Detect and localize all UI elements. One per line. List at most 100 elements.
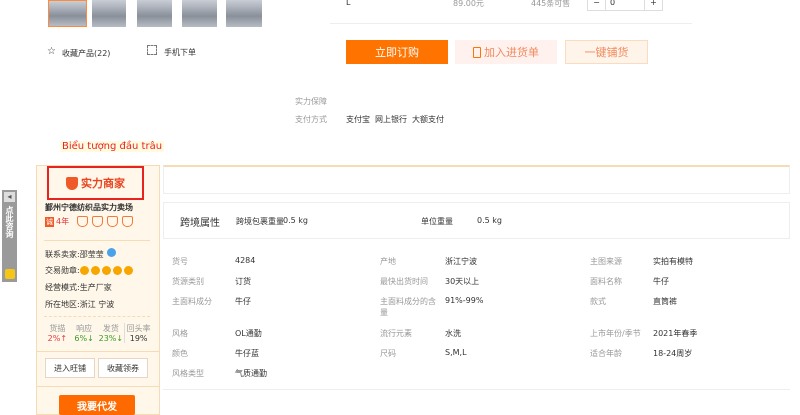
consult-text: 点此咨询 xyxy=(5,206,14,238)
guarantee-label: 实力保障 xyxy=(295,97,327,106)
payment-label: 支付方式 xyxy=(295,115,327,124)
annotation-label: Biểu tượng đầu trâu xyxy=(60,141,165,152)
consult-side-tab[interactable]: ◂ 点此咨询 xyxy=(2,190,17,282)
divider xyxy=(163,389,790,390)
attribute-label: 适合年龄 xyxy=(590,349,622,358)
region-value: 浙江 宁波 xyxy=(79,300,115,309)
clipboard-icon xyxy=(473,46,481,58)
divider xyxy=(44,240,150,241)
thumbnail-1[interactable] xyxy=(48,0,87,27)
quantity-input[interactable]: 0 xyxy=(606,0,644,10)
pkg-weight-label: 跨境包裹重量 xyxy=(236,217,284,226)
attribute-value: 牛仔 xyxy=(235,297,251,306)
integrity-icon: 诚 xyxy=(45,216,54,227)
seller-name[interactable]: 鄞州宁德纺织品实力卖场 xyxy=(45,202,133,213)
medal-icon xyxy=(101,266,111,275)
wangwang-chat-icon[interactable] xyxy=(106,248,116,257)
stat-label: 货描 xyxy=(49,324,66,333)
enter-shop-button[interactable]: 进入旺铺 xyxy=(45,358,95,378)
cross-border-box: 跨境属性 跨境包裹重量 0.5 kg 单位重量 0.5 kg xyxy=(163,202,790,239)
divider xyxy=(37,351,159,352)
sku-stock: 445条可售 xyxy=(531,0,571,8)
unit-weight-label: 单位重量 xyxy=(421,217,453,226)
attribute-label: 货源类别 xyxy=(172,277,204,286)
mode-value: 生产厂家 xyxy=(79,283,112,292)
thumbnail-3[interactable] xyxy=(137,0,172,27)
shield-badge-icon xyxy=(5,269,15,279)
attribute-label: 主面料成分 xyxy=(172,297,212,306)
attribute-value: 91%-99% xyxy=(445,296,484,305)
divider xyxy=(37,386,159,387)
medal-icon xyxy=(123,266,133,275)
stat-value: 2%↑ xyxy=(47,334,68,343)
attribute-label: 主面料成分的含量 xyxy=(380,297,436,317)
thumbnail-2[interactable] xyxy=(92,0,126,27)
guarantee-icon xyxy=(77,216,89,227)
payment-large: 大额支付 xyxy=(412,115,444,124)
seller-years: 4年 xyxy=(56,217,70,226)
qr-code-icon xyxy=(147,45,157,55)
one-click-distribute-button[interactable]: 一键铺货 xyxy=(565,40,648,64)
bull-head-icon xyxy=(66,176,78,190)
attribute-value: 直筒裤 xyxy=(653,297,677,306)
region-label: 所在地区: xyxy=(45,300,80,309)
attribute-label: 尺码 xyxy=(380,349,396,358)
attribute-value: 订货 xyxy=(235,277,251,286)
badge-text: 实力商家 xyxy=(81,177,125,190)
attribute-label: 上市年份/季节 xyxy=(590,329,641,338)
attribute-label: 产地 xyxy=(380,257,396,266)
quantity-stepper[interactable]: − 0 + xyxy=(587,0,663,11)
unit-weight-value: 0.5 kg xyxy=(477,216,502,225)
mode-row: 经营模式:生产厂家 xyxy=(45,282,112,293)
attribute-value: 4284 xyxy=(235,256,256,265)
mobile-order-link[interactable]: 手机下单 xyxy=(164,47,196,58)
divider xyxy=(330,23,692,24)
decrement-button[interactable]: − xyxy=(588,0,606,10)
attribute-label: 最快出货时间 xyxy=(380,277,428,286)
sku-price: 89.00元 xyxy=(453,0,484,8)
attribute-value: 实拍有模特 xyxy=(653,257,693,266)
seller-stats: 货描 2%↑ 响应 6%↓ 发货 23%↓ 回头率 19% xyxy=(44,323,152,343)
stat-value: 6%↓ xyxy=(74,334,94,343)
sku-size: L xyxy=(346,0,351,7)
thumbnail-5[interactable] xyxy=(226,0,262,27)
stat-label: 回头率 xyxy=(126,324,151,333)
favorite-link[interactable]: 收藏产品(22) xyxy=(62,48,110,59)
buy-now-button[interactable]: 立即订购 xyxy=(346,40,448,64)
stat-shipping: 发货 23%↓ xyxy=(98,323,125,343)
attribute-value: 牛仔 xyxy=(653,277,669,286)
dropship-button[interactable]: 我要代发 xyxy=(59,395,135,415)
attribute-value: OL通勤 xyxy=(235,329,262,338)
seller-badges: 诚 4年 xyxy=(45,216,137,227)
collapse-arrow-icon[interactable]: ◂ xyxy=(4,192,15,202)
mode-label: 经营模式: xyxy=(45,283,80,292)
detail-tabs-bar xyxy=(163,165,790,194)
add-to-cart-label: 加入进货单 xyxy=(484,46,539,59)
attribute-label: 风格 xyxy=(172,329,188,338)
increment-button[interactable]: + xyxy=(644,0,662,10)
stat-value: 23%↓ xyxy=(98,334,124,343)
stat-response: 响应 6%↓ xyxy=(71,323,98,343)
thumbnail-4[interactable] xyxy=(182,0,217,27)
collect-coupon-button[interactable]: 收藏领券 xyxy=(98,358,148,378)
stat-value: 19% xyxy=(129,334,148,343)
stat-label: 发货 xyxy=(102,324,119,333)
strength-merchant-badge: 实力商家 xyxy=(47,166,144,200)
medal-label: 交易勋章: xyxy=(45,266,80,275)
cross-border-title: 跨境属性 xyxy=(180,218,220,229)
divider xyxy=(44,316,150,317)
attribute-value: 气质通勤 xyxy=(235,369,267,378)
attribute-value: 2021年春季 xyxy=(653,329,698,338)
attribute-label: 风格类型 xyxy=(172,369,204,378)
stat-repurchase: 回头率 19% xyxy=(124,323,152,343)
attribute-value: 18-24周岁 xyxy=(653,349,693,358)
medal-icon xyxy=(79,266,89,275)
attribute-value: S,M,L xyxy=(445,348,467,357)
region-row: 所在地区:浙江 宁波 xyxy=(45,299,114,310)
star-icon[interactable]: ☆ xyxy=(47,46,56,57)
attribute-label: 面料名称 xyxy=(590,277,622,286)
attribute-value: 30天以上 xyxy=(445,277,480,286)
contact-name[interactable]: 邵莹莹 xyxy=(80,250,104,259)
attribute-value: 牛仔蓝 xyxy=(235,349,259,358)
add-to-cart-button[interactable]: 加入进货单 xyxy=(455,40,557,64)
